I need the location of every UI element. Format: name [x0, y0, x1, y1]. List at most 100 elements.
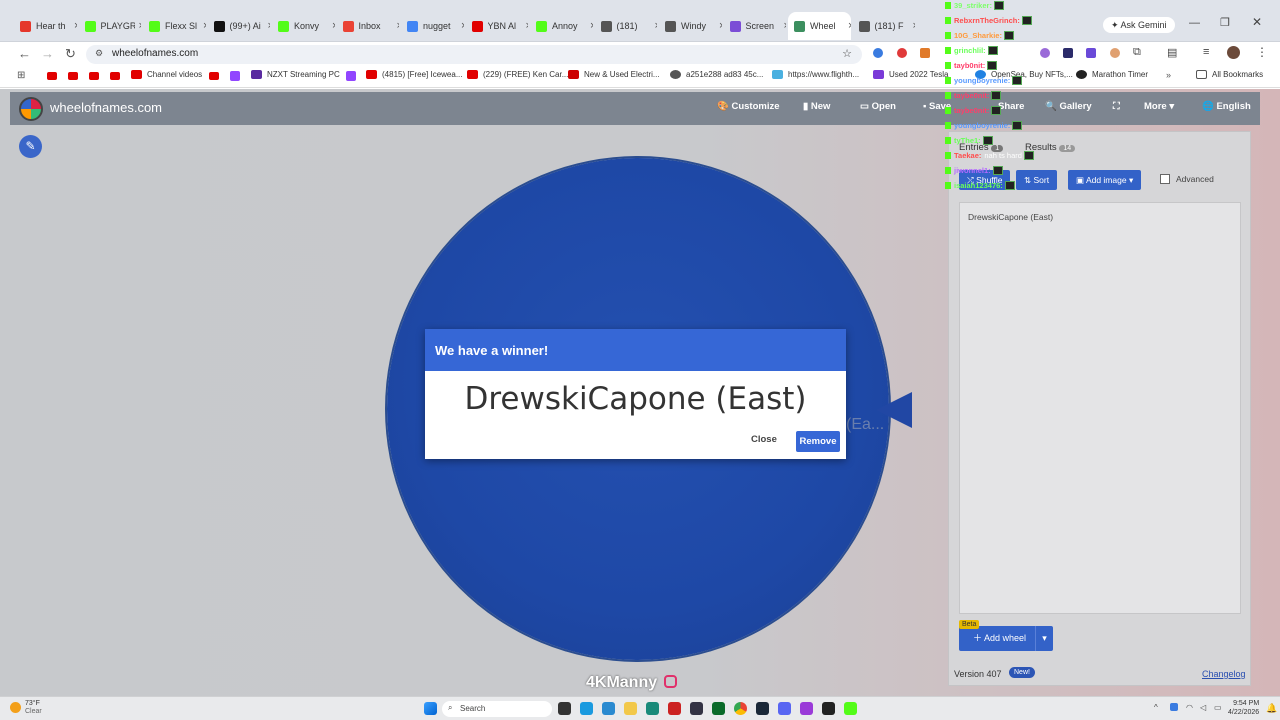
browser-tab[interactable]: Hear th × [14, 12, 77, 40]
bookmark-star-icon[interactable]: ☆ [842, 47, 852, 60]
chrome-icon[interactable] [734, 702, 747, 715]
notification-bell-icon[interactable]: 🔔 [1266, 703, 1277, 714]
reading-list-icon[interactable]: ≡ [1203, 46, 1209, 58]
volume-icon[interactable]: ◁ [1200, 703, 1206, 712]
battery-icon[interactable]: ▭ [1214, 703, 1222, 712]
discord-icon[interactable] [778, 702, 791, 715]
profile-avatar[interactable] [1227, 46, 1240, 59]
tab-close-icon[interactable]: × [784, 20, 787, 32]
extension-icon[interactable] [897, 48, 907, 58]
browser-tab[interactable]: (181) F × [853, 12, 916, 40]
site-title[interactable]: wheelofnames.com [50, 100, 162, 115]
steam-icon[interactable] [756, 702, 769, 715]
bookmark-item[interactable]: (229) (FREE) Ken Car... [467, 70, 568, 79]
bookmark-item[interactable]: New & Used Electri... [568, 70, 660, 79]
close-window-icon[interactable]: ✕ [1252, 15, 1262, 29]
tab-close-icon[interactable]: × [268, 20, 271, 32]
all-bookmarks-button[interactable]: All Bookmarks [1196, 70, 1263, 79]
remove-button[interactable]: Remove [796, 431, 840, 452]
tab-search-icon[interactable]: ▤ [1167, 46, 1177, 59]
bookmark-item[interactable]: https://www.flighth... [772, 70, 859, 79]
app-icon[interactable] [580, 702, 593, 715]
browser-tab[interactable]: Inbox × [337, 12, 400, 40]
browser-tab[interactable]: Konvy × [272, 12, 335, 40]
tab-close-icon[interactable]: × [526, 20, 529, 32]
tab-close-icon[interactable]: × [461, 20, 464, 32]
close-button[interactable]: Close [751, 434, 777, 445]
browser-tab[interactable]: Screen × [724, 12, 787, 40]
back-icon[interactable]: ← [18, 46, 31, 61]
extension-icon[interactable] [920, 48, 930, 58]
app-icon[interactable] [690, 702, 703, 715]
entries-textarea[interactable]: DrewskiCapone (East) [959, 202, 1241, 614]
browser-tab[interactable]: Wheel × [788, 12, 851, 40]
bookmark-item[interactable]: NZXT Streaming PC [251, 70, 340, 79]
youtube-bookmark-icon[interactable] [89, 72, 99, 80]
youtube-bookmark-icon[interactable] [209, 72, 219, 80]
weather-widget[interactable]: 73°F Clear [10, 700, 42, 716]
language-button[interactable]: 🌐 English [1202, 101, 1251, 112]
twitch-icon[interactable] [346, 71, 356, 81]
edit-pencil-icon[interactable]: ✎ [19, 135, 42, 158]
system-clock[interactable]: 9:54 PM 4/22/2026 [1228, 699, 1259, 717]
youtube-bookmark-icon[interactable] [47, 72, 57, 80]
tab-close-icon[interactable]: × [719, 20, 722, 32]
bookmark-item[interactable]: Channel videos [131, 70, 202, 79]
browser-tab[interactable]: PLAYGR × [79, 12, 142, 40]
app-icon[interactable] [712, 702, 725, 715]
site-info-icon[interactable]: ⚙ [95, 48, 103, 59]
maximize-icon[interactable]: ❐ [1220, 16, 1230, 29]
tab-close-icon[interactable]: × [848, 20, 851, 32]
open-button[interactable]: ▭ Open [860, 101, 896, 112]
bookmark-item[interactable]: a251e288 ad83 45c... [670, 70, 763, 79]
browser-tab[interactable]: Windy × [659, 12, 722, 40]
edge-icon[interactable] [646, 702, 659, 715]
wheelofnames-logo[interactable] [19, 97, 43, 121]
file-explorer-icon[interactable] [624, 702, 637, 715]
changelog-link[interactable]: Changelog [1202, 669, 1246, 679]
menu-kebab-icon[interactable]: ⋮ [1256, 45, 1268, 59]
tab-close-icon[interactable]: × [332, 20, 335, 32]
app-icon[interactable] [668, 702, 681, 715]
obs-icon[interactable] [822, 702, 835, 715]
start-windows-icon[interactable] [424, 702, 437, 715]
tab-close-icon[interactable]: × [590, 20, 593, 32]
minimize-icon[interactable]: — [1189, 17, 1200, 29]
youtube-bookmark-icon[interactable] [110, 72, 120, 80]
customize-button[interactable]: 🎨 Customize [717, 101, 780, 112]
tab-close-icon[interactable]: × [203, 20, 206, 32]
taskbar-search[interactable]: ⌕ Search [442, 701, 552, 717]
kick-icon[interactable] [844, 702, 857, 715]
youtube-bookmark-icon[interactable] [68, 72, 78, 80]
apps-grid-icon[interactable]: ⊞ [17, 70, 25, 81]
forward-icon[interactable]: → [41, 46, 54, 61]
more-bookmarks-icon[interactable]: » [1166, 70, 1171, 80]
tray-app-icon[interactable] [1170, 703, 1178, 711]
tab-close-icon[interactable]: × [397, 20, 400, 32]
tab-close-icon[interactable]: × [913, 20, 916, 32]
app-icon[interactable] [800, 702, 813, 715]
browser-tab[interactable]: Flexx Sl × [143, 12, 206, 40]
app-icon[interactable] [602, 702, 615, 715]
wifi-icon[interactable]: ◠ [1186, 703, 1193, 712]
bookmark-item[interactable]: (4815) [Free] Icewea... [366, 70, 462, 79]
twitch-icon[interactable] [230, 71, 240, 81]
tab-close-icon[interactable]: × [655, 20, 658, 32]
browser-tab[interactable]: nugget × [401, 12, 464, 40]
browser-tab[interactable]: Annoy × [530, 12, 593, 40]
new-button[interactable]: ▮ New [803, 101, 830, 112]
browser-tab[interactable]: YBN Al × [466, 12, 529, 40]
tab-favicon-icon [665, 20, 676, 32]
extension-icon[interactable] [873, 48, 883, 58]
tab-close-icon[interactable]: × [139, 20, 142, 32]
browser-tab[interactable]: (99+) Ai × [208, 12, 271, 40]
address-bar[interactable]: ⚙ wheelofnames.com ☆ [86, 45, 862, 64]
bookmark-item[interactable]: Used 2022 Tesla [873, 70, 948, 79]
advanced-checkbox[interactable] [1160, 174, 1170, 184]
chevron-down-icon[interactable]: ▾ [1035, 626, 1053, 651]
task-view-icon[interactable] [558, 702, 571, 715]
browser-tab[interactable]: (181) × [595, 12, 658, 40]
tray-chevron-up-icon[interactable]: ^ [1154, 703, 1158, 712]
tab-close-icon[interactable]: × [74, 20, 77, 32]
reload-icon[interactable]: ↻ [65, 46, 76, 62]
